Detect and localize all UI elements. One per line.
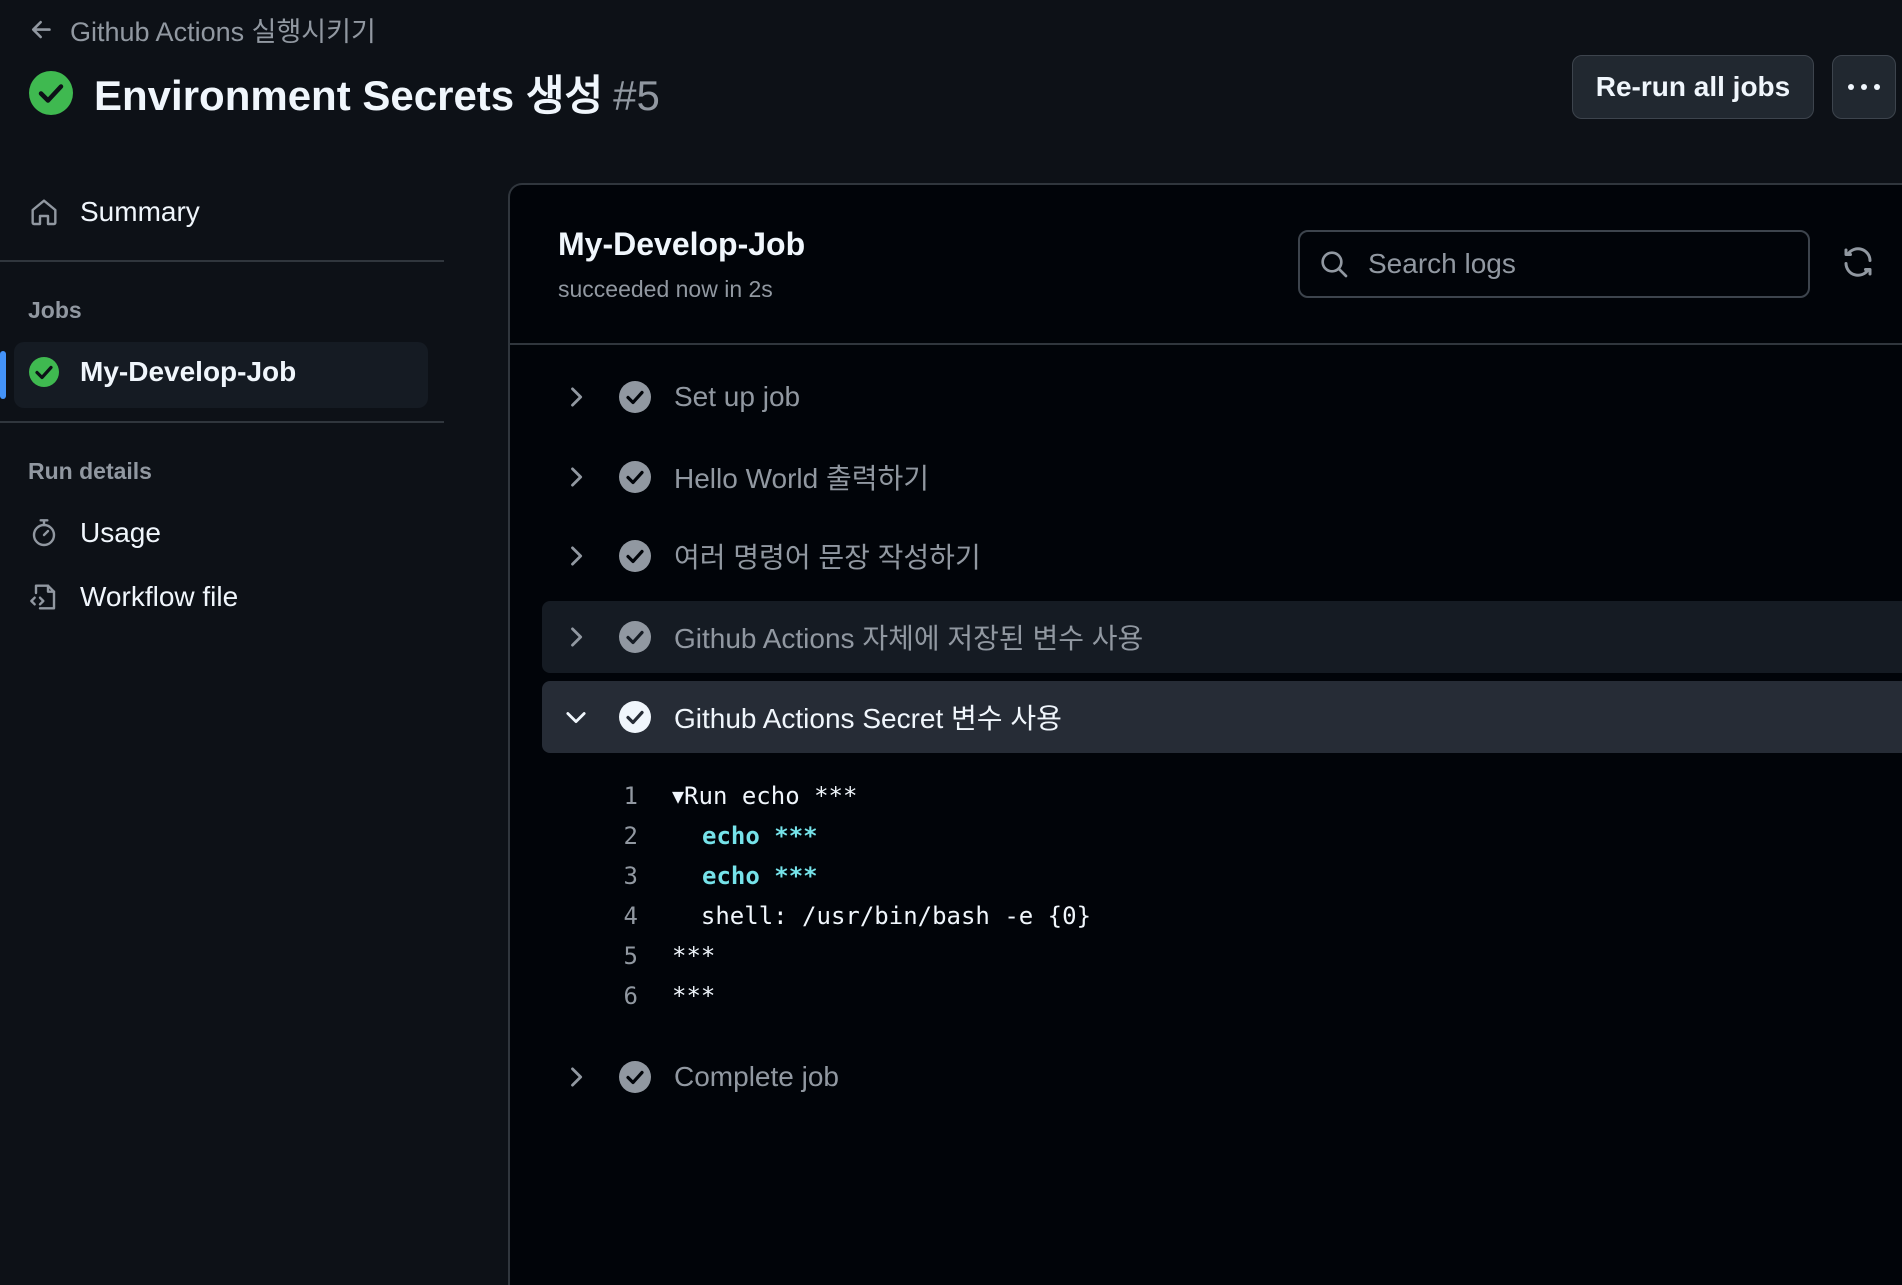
- search-icon: [1321, 251, 1348, 278]
- file-code-icon: [30, 584, 56, 610]
- job-title: My-Develop-Job: [558, 226, 806, 262]
- job-status: succeeded now in 2s: [558, 276, 773, 302]
- chevron-right-icon: [571, 546, 583, 566]
- page-title-row: Environment Secrets 생성 #5: [28, 62, 660, 123]
- search-logs-box: [1298, 230, 1810, 298]
- line-number: 4: [623, 902, 638, 930]
- rerun-all-jobs-button[interactable]: Re-run all jobs: [1572, 55, 1814, 119]
- log-text: ***: [672, 942, 716, 970]
- back-link[interactable]: Github Actions 실행시키기: [28, 10, 376, 49]
- stopwatch-icon: [32, 519, 56, 547]
- log-keyword: echo: [702, 822, 760, 850]
- sidebar-item-workflow-file[interactable]: Workflow file: [28, 581, 238, 613]
- log-line: 1 ▼ Run echo ***: [590, 776, 858, 816]
- log-line: 2 echo ***: [590, 816, 818, 856]
- step-set-up-job[interactable]: Set up job: [542, 361, 1902, 433]
- line-number: 3: [623, 862, 638, 890]
- log-text: ***: [759, 862, 818, 890]
- check-circle-icon: [619, 701, 651, 733]
- check-circle-icon: [619, 461, 651, 493]
- step-github-actions-vars[interactable]: Github Actions 자체에 저장된 변수 사용: [542, 601, 1902, 673]
- jobs-heading: Jobs: [28, 297, 82, 323]
- sidebar-item-my-develop-job[interactable]: My-Develop-Job: [28, 356, 296, 388]
- run-details-heading: Run details: [28, 458, 152, 484]
- log-line: 5 ***: [590, 936, 716, 976]
- check-circle-icon: [619, 1061, 651, 1093]
- log-text: Run echo ***: [684, 782, 858, 810]
- panel-divider: [510, 343, 1902, 345]
- log-keyword: echo: [702, 862, 760, 890]
- check-circle-icon: [619, 540, 651, 572]
- sidebar-item-summary[interactable]: Summary: [28, 196, 200, 228]
- step-hello-world[interactable]: Hello World 출력하기: [542, 441, 1902, 513]
- log-text: ***: [759, 822, 818, 850]
- sidebar-divider: [0, 260, 444, 262]
- refresh-icon[interactable]: [1840, 244, 1876, 280]
- step-complete-job[interactable]: Complete job: [542, 1041, 1902, 1113]
- step-label: Hello World 출력하기: [674, 463, 930, 494]
- step-label: Complete job: [674, 1061, 839, 1092]
- search-logs-input[interactable]: [1366, 247, 1770, 281]
- run-number: #5: [613, 72, 660, 119]
- check-circle-icon: [619, 621, 651, 653]
- active-indicator: [0, 351, 6, 399]
- sidebar-item-usage[interactable]: Usage: [28, 517, 161, 549]
- line-number: 1: [623, 782, 638, 810]
- step-multi-command[interactable]: 여러 명령어 문장 작성하기: [542, 520, 1902, 592]
- sidebar-item-label: Summary: [80, 196, 200, 227]
- log-line: 3 echo ***: [590, 856, 818, 896]
- back-link-label: Github Actions 실행시키기: [70, 17, 376, 47]
- log-fold-toggle[interactable]: ▼: [672, 784, 684, 808]
- sidebar-divider: [0, 421, 444, 423]
- log-line: 6 ***: [590, 976, 716, 1016]
- page-title: Environment Secrets 생성 #5: [94, 72, 660, 119]
- line-number: 2: [623, 822, 638, 850]
- home-icon: [31, 199, 57, 226]
- kebab-horizontal-icon: [1848, 84, 1880, 90]
- success-check-icon: [29, 357, 59, 387]
- log-text: shell: /usr/bin/bash -e {0}: [672, 902, 1092, 930]
- log-line: 4 shell: /usr/bin/bash -e {0}: [590, 896, 1091, 936]
- chevron-right-icon: [571, 387, 583, 407]
- line-number: 6: [623, 982, 638, 1010]
- step-label: Github Actions 자체에 저장된 변수 사용: [674, 623, 1144, 654]
- success-check-icon: [29, 70, 73, 115]
- step-label: 여러 명령어 문장 작성하기: [674, 542, 981, 573]
- chevron-right-icon: [571, 467, 583, 487]
- arrow-left-icon: [31, 20, 51, 38]
- more-options-button[interactable]: [1832, 55, 1896, 119]
- check-circle-icon: [619, 381, 651, 413]
- chevron-right-icon: [571, 1067, 583, 1087]
- sidebar-item-label: My-Develop-Job: [80, 356, 297, 387]
- step-label: Github Actions Secret 변수 사용: [674, 703, 1062, 734]
- chevron-down-icon: [566, 712, 586, 724]
- step-github-actions-secret[interactable]: Github Actions Secret 변수 사용: [542, 681, 1902, 753]
- sidebar-item-label: Workflow file: [80, 581, 239, 612]
- log-text: ***: [672, 982, 716, 1010]
- step-label: Set up job: [674, 381, 801, 412]
- line-number: 5: [623, 942, 638, 970]
- chevron-right-icon: [571, 627, 583, 647]
- sidebar-item-label: Usage: [80, 517, 161, 548]
